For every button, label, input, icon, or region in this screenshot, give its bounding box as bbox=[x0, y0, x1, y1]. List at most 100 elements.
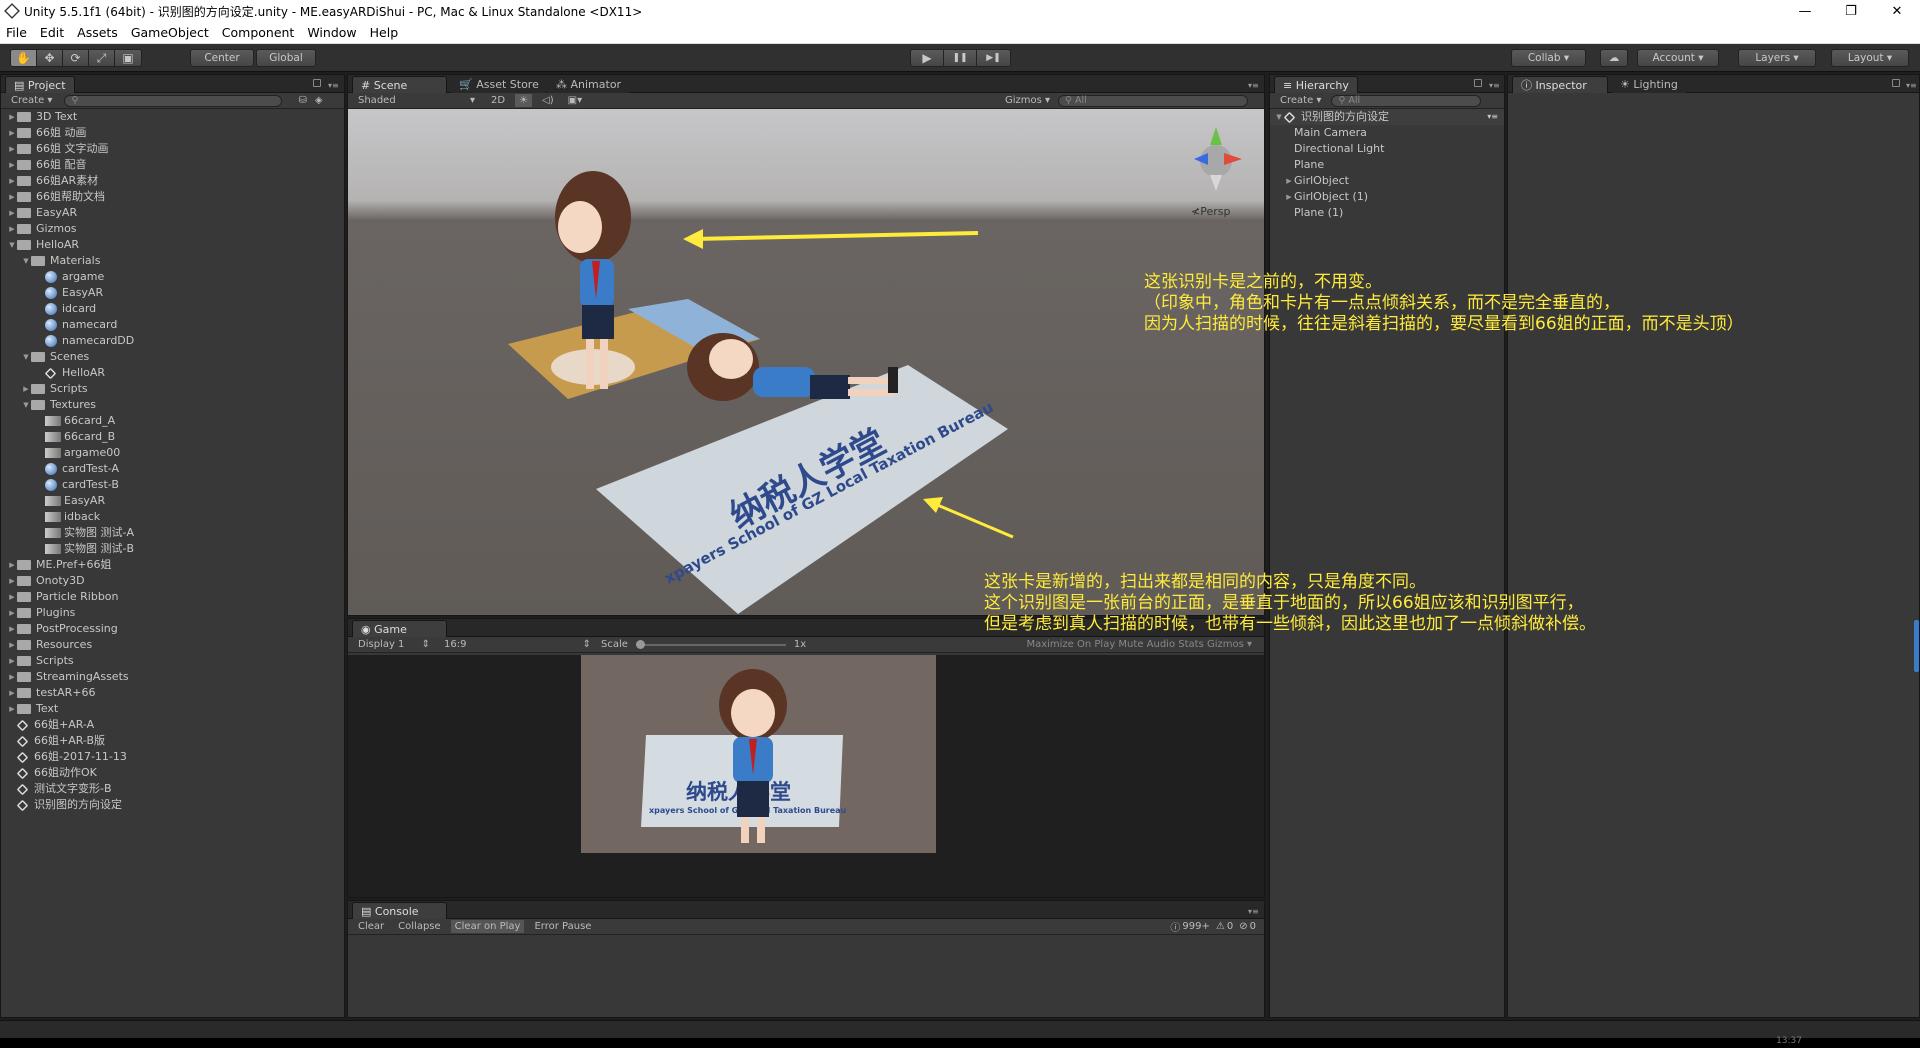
log-count-icon[interactable]: ⓘ bbox=[1170, 919, 1180, 934]
persp-label[interactable]: ≮Persp bbox=[1191, 205, 1230, 218]
project-tree-row[interactable]: EasyAR bbox=[1, 493, 344, 509]
hierarchy-create-dropdown[interactable]: Create ▾ bbox=[1276, 94, 1325, 107]
expand-arrow-icon[interactable]: ▶ bbox=[7, 173, 17, 189]
expand-arrow-icon[interactable]: ▶ bbox=[7, 157, 17, 173]
expand-arrow-icon[interactable]: ▶ bbox=[1284, 189, 1294, 205]
scene-search-input[interactable]: ⚲ All bbox=[1058, 94, 1248, 107]
expand-arrow-icon[interactable]: ▶ bbox=[7, 685, 17, 701]
pivot-global-button[interactable]: Global bbox=[256, 49, 316, 67]
tab-game[interactable]: ◉ Game bbox=[352, 620, 447, 637]
2d-toggle[interactable]: 2D bbox=[487, 94, 509, 107]
project-tree-row[interactable]: 实物图 测试-B bbox=[1, 541, 344, 557]
scene-menu-icon[interactable]: ▾≡ bbox=[1248, 81, 1259, 90]
hierarchy-lock-icon[interactable] bbox=[1474, 79, 1482, 87]
inspector-menu-icon[interactable]: ▾≡ bbox=[1906, 81, 1917, 90]
project-tree-row[interactable]: 66card_A bbox=[1, 413, 344, 429]
pause-button[interactable]: ❚❚ bbox=[944, 50, 977, 66]
project-tree-row[interactable]: 66姐+AR-B版 bbox=[1, 733, 344, 749]
warning-count-icon[interactable]: ⚠ bbox=[1216, 921, 1225, 932]
project-tree-row[interactable]: namecardDD bbox=[1, 333, 344, 349]
expand-arrow-icon[interactable]: ▶ bbox=[7, 589, 17, 605]
project-tree-row[interactable]: ▼ Scenes bbox=[1, 349, 344, 365]
project-tree-row[interactable]: ▼ HelloAR bbox=[1, 237, 344, 253]
project-tree-row[interactable]: 测试文字变形-B bbox=[1, 781, 344, 797]
project-search-input[interactable]: ⚲ bbox=[64, 94, 283, 107]
project-tree-row[interactable]: ▶ StreamingAssets bbox=[1, 669, 344, 685]
project-tree-row[interactable]: namecard bbox=[1, 317, 344, 333]
tab-console[interactable]: ▤ Console bbox=[352, 902, 447, 919]
project-tree-row[interactable]: argame bbox=[1, 269, 344, 285]
menu-component[interactable]: Component bbox=[222, 25, 295, 40]
expand-arrow-icon[interactable]: ▶ bbox=[7, 205, 17, 221]
scene-menu-icon[interactable]: ▾≡ bbox=[1487, 109, 1498, 125]
expand-arrow-icon[interactable]: ▶ bbox=[7, 189, 17, 205]
rect-tool-icon[interactable]: ▣ bbox=[115, 50, 141, 66]
tab-asset-store[interactable]: 🛒 Asset Store bbox=[451, 76, 547, 93]
project-tree-row[interactable]: ▶ 66姐 配音 bbox=[1, 157, 344, 173]
project-tree-row[interactable]: EasyAR bbox=[1, 285, 344, 301]
minimize-button[interactable]: — bbox=[1782, 0, 1828, 22]
expand-arrow-icon[interactable]: ▶ bbox=[7, 221, 17, 237]
expand-arrow-icon[interactable]: ▶ bbox=[7, 621, 17, 637]
project-tree-row[interactable]: ▶ 66姐帮助文档 bbox=[1, 189, 344, 205]
console-collapse-button[interactable]: Collapse bbox=[394, 920, 445, 933]
expand-arrow-icon[interactable]: ▶ bbox=[7, 125, 17, 141]
display-dropdown[interactable]: Display 1 ⇕ bbox=[354, 638, 434, 651]
project-tree-row[interactable]: idback bbox=[1, 509, 344, 525]
hierarchy-item[interactable]: Plane (1) bbox=[1270, 205, 1504, 221]
project-tree-row[interactable]: 66姐-2017-11-13 bbox=[1, 749, 344, 765]
project-tree-row[interactable]: ▶ 66姐 文字动画 bbox=[1, 141, 344, 157]
project-tree-row[interactable]: 实物图 测试-A bbox=[1, 525, 344, 541]
menu-window[interactable]: Window bbox=[307, 25, 356, 40]
project-tree-row[interactable]: ▶ Scripts bbox=[1, 381, 344, 397]
expand-arrow-icon[interactable]: ▶ bbox=[7, 573, 17, 589]
project-tree-row[interactable]: argame00 bbox=[1, 445, 344, 461]
project-tree-row[interactable]: 66姐动作OK bbox=[1, 765, 344, 781]
tab-hierarchy[interactable]: ≡ Hierarchy bbox=[1274, 76, 1358, 93]
scale-slider-thumb[interactable] bbox=[635, 639, 645, 649]
expand-arrow-icon[interactable]: ▼ bbox=[21, 349, 31, 365]
tab-inspector[interactable]: ⓘ Inspector bbox=[1512, 76, 1608, 93]
project-tree-row[interactable]: ▶ ME.Pref+66姐 bbox=[1, 557, 344, 573]
expand-arrow-icon[interactable]: ▼ bbox=[7, 237, 17, 253]
menu-file[interactable]: File bbox=[6, 25, 27, 40]
cloud-button[interactable]: ☁ bbox=[1600, 49, 1628, 67]
gizmos-dropdown[interactable]: Gizmos ▾ bbox=[1001, 94, 1054, 107]
game-view[interactable]: 纳税人学堂 xpayers School of GZ Local Taxatio… bbox=[581, 655, 936, 853]
scene-lighting-icon[interactable]: ☀ bbox=[515, 94, 533, 107]
project-tree-row[interactable]: ▶ Onoty3D bbox=[1, 573, 344, 589]
expand-arrow-icon[interactable]: ▶ bbox=[7, 109, 17, 125]
expand-arrow-icon[interactable]: ▶ bbox=[7, 557, 17, 573]
collapse-arrow-icon[interactable]: ▼ bbox=[1274, 109, 1284, 125]
expand-arrow-icon[interactable]: ▶ bbox=[7, 141, 17, 157]
project-tree-row[interactable]: ▶ Resources bbox=[1, 637, 344, 653]
maximize-button[interactable]: ❐ bbox=[1828, 0, 1874, 22]
expand-arrow-icon[interactable]: ▼ bbox=[21, 397, 31, 413]
aspect-dropdown[interactable]: 16:9 ⇕ bbox=[440, 638, 595, 651]
collab-button[interactable]: Collab ▾ bbox=[1511, 49, 1586, 67]
menu-gameobject[interactable]: GameObject bbox=[131, 25, 209, 40]
tab-lighting[interactable]: ☀ Lighting bbox=[1612, 76, 1686, 93]
hierarchy-search-input[interactable]: ⚲ All bbox=[1331, 94, 1482, 107]
layout-dropdown[interactable]: Layout ▾ bbox=[1831, 49, 1909, 67]
scene-orientation-gizmo-icon[interactable] bbox=[1194, 127, 1242, 191]
project-tree-row[interactable]: 66姐+AR-A bbox=[1, 717, 344, 733]
expand-arrow-icon[interactable]: ▶ bbox=[7, 637, 17, 653]
inspector-scrollbar-handle[interactable] bbox=[1914, 620, 1919, 672]
hierarchy-scene-row[interactable]: ▼ 识别图的方向设定 ▾≡ bbox=[1270, 109, 1504, 125]
project-tree-row[interactable]: ▶ Particle Ribbon bbox=[1, 589, 344, 605]
project-tree-row[interactable]: HelloAR bbox=[1, 365, 344, 381]
filter-label-icon[interactable]: ◈ bbox=[315, 95, 323, 106]
console-menu-icon[interactable]: ▾≡ bbox=[1248, 907, 1259, 916]
scene-viewport[interactable]: 纳税人学堂 xpayers School of GZ Local Taxatio… bbox=[348, 109, 1264, 615]
project-tree-row[interactable]: ▶ 3D Text bbox=[1, 109, 344, 125]
project-tree-row[interactable]: ▶ Text bbox=[1, 701, 344, 717]
project-tree-row[interactable]: ▼ Materials bbox=[1, 253, 344, 269]
project-tree-row[interactable]: ▶ PostProcessing bbox=[1, 621, 344, 637]
pivot-center-button[interactable]: Center bbox=[190, 49, 254, 67]
hierarchy-item[interactable]: Directional Light bbox=[1270, 141, 1504, 157]
expand-arrow-icon[interactable]: ▼ bbox=[21, 253, 31, 269]
expand-arrow-icon[interactable]: ▶ bbox=[7, 653, 17, 669]
hierarchy-item[interactable]: ▶ GirlObject (1) bbox=[1270, 189, 1504, 205]
project-create-dropdown[interactable]: Create ▾ bbox=[7, 94, 56, 107]
